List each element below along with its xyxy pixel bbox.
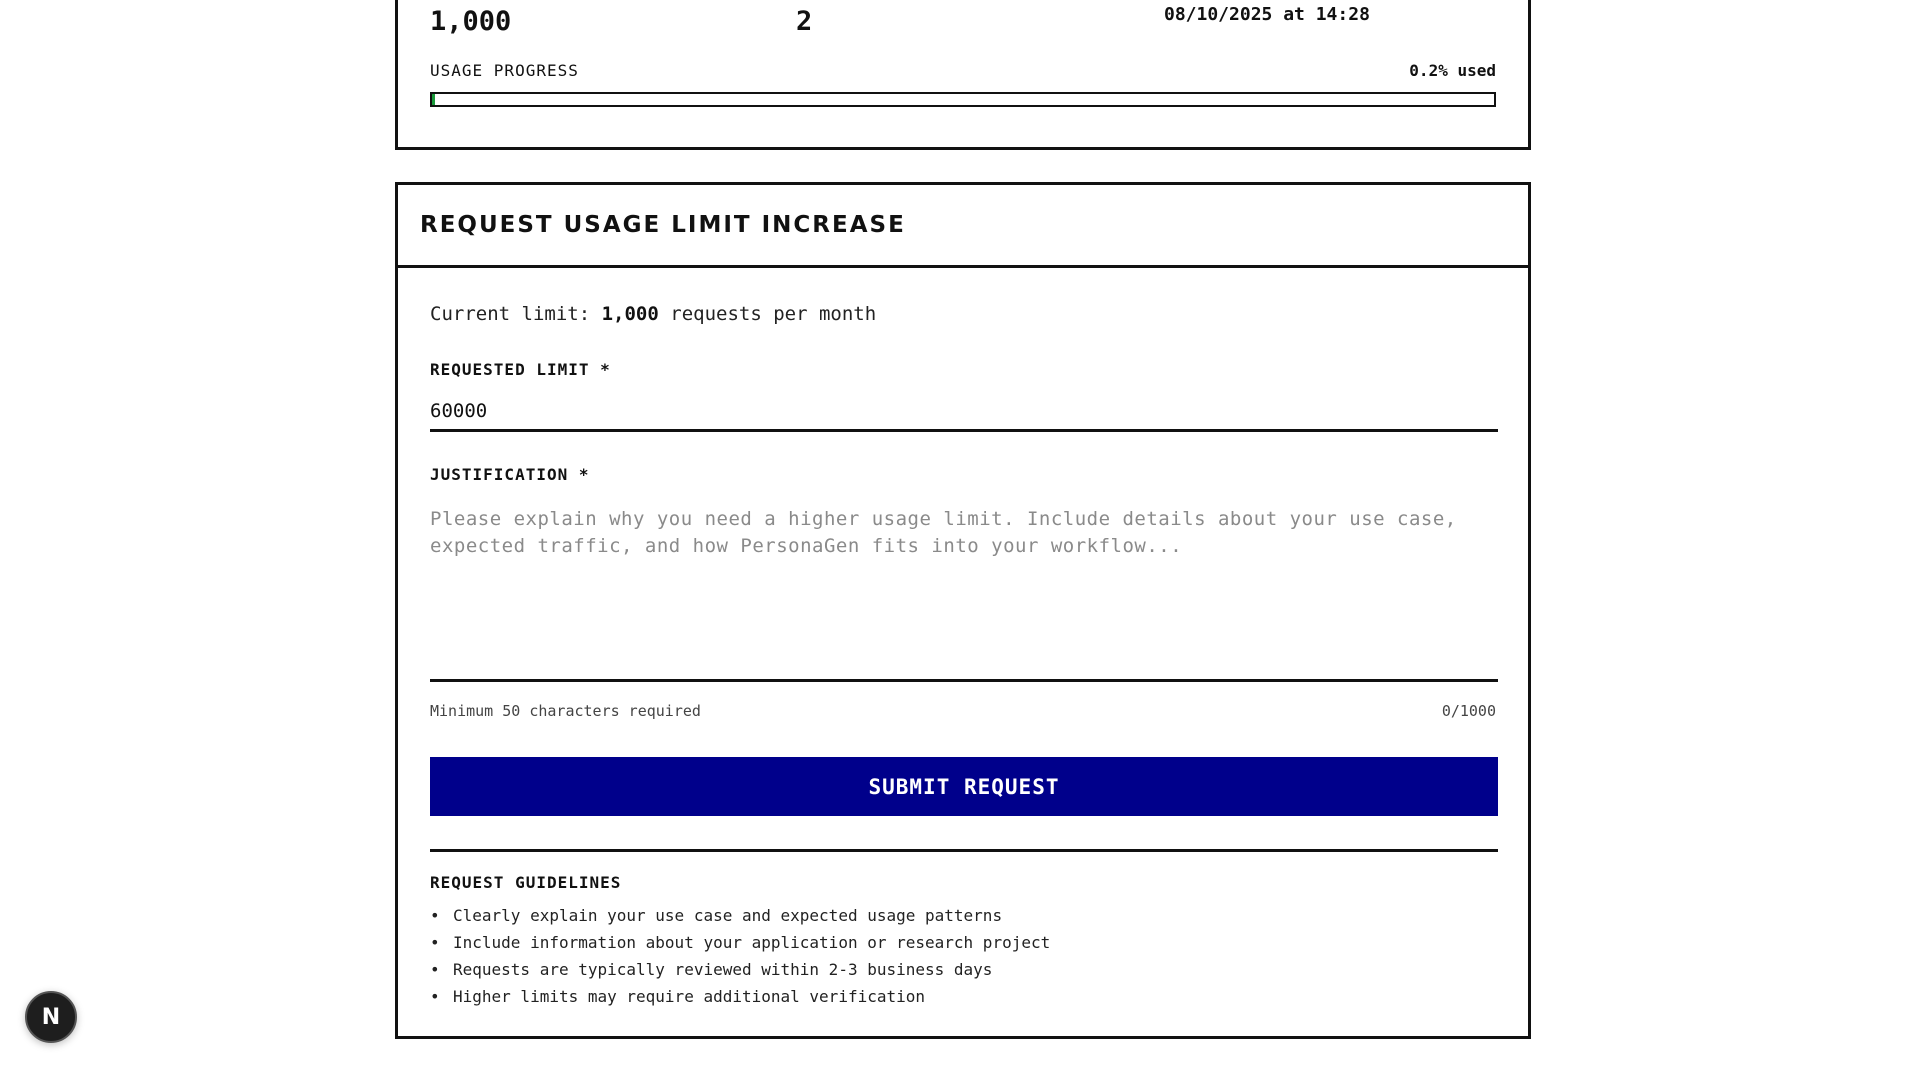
card-header: REQUEST USAGE LIMIT INCREASE: [398, 185, 1528, 268]
requested-limit-input[interactable]: [430, 392, 1498, 432]
min-characters-hint: Minimum 50 characters required: [430, 702, 701, 720]
guideline-text: Higher limits may require additional ver…: [453, 987, 926, 1006]
usage-progress-fill: [432, 94, 435, 105]
guidelines-list: • Clearly explain your use case and expec…: [430, 902, 1050, 1010]
bullet-icon: •: [430, 933, 440, 952]
monthly-limit-value: 1,000: [430, 6, 512, 37]
guideline-text: Clearly explain your use case and expect…: [453, 906, 1003, 925]
request-limit-card: REQUEST USAGE LIMIT INCREASE Current lim…: [395, 182, 1531, 1039]
submit-request-button[interactable]: SUBMIT REQUEST: [430, 757, 1498, 816]
usage-progress-percent: 0.2% used: [1409, 61, 1496, 80]
card-title: REQUEST USAGE LIMIT INCREASE: [420, 212, 906, 238]
current-limit-value: 1,000: [601, 303, 659, 325]
guideline-item: • Requests are typically reviewed within …: [430, 956, 1050, 983]
guideline-item: • Include information about your applicat…: [430, 929, 1050, 956]
bullet-icon: •: [430, 960, 440, 979]
badge-letter: N: [41, 1004, 61, 1030]
last-used-value: 08/10/2025 at 14:28: [1164, 4, 1370, 25]
usage-stats-card: 1,000 2 08/10/2025 at 14:28 USAGE PROGRE…: [395, 0, 1531, 150]
bullet-icon: •: [430, 987, 440, 1006]
current-limit-suffix: requests per month: [670, 303, 877, 325]
guidelines-divider: [430, 849, 1498, 852]
bullet-icon: •: [430, 906, 440, 925]
character-counter: 0/1000: [1441, 702, 1496, 720]
justification-label: JUSTIFICATION *: [430, 465, 590, 484]
guidelines-title: REQUEST GUIDELINES: [430, 873, 622, 892]
current-limit-prefix: Current limit:: [430, 303, 591, 325]
requested-limit-label: REQUESTED LIMIT *: [430, 360, 611, 379]
current-limit-text: Current limit: 1,000 requests per month: [430, 303, 876, 325]
nextjs-logo-icon[interactable]: N: [25, 991, 77, 1043]
guideline-item: • Higher limits may require additional ve…: [430, 983, 1050, 1010]
guideline-text: Requests are typically reviewed within 2…: [453, 960, 993, 979]
active-keys-value: 2: [796, 6, 813, 37]
justification-textarea[interactable]: [430, 506, 1498, 682]
guideline-text: Include information about your applicati…: [453, 933, 1051, 952]
usage-progress-label: USAGE PROGRESS: [430, 61, 579, 80]
guideline-item: • Clearly explain your use case and expec…: [430, 902, 1050, 929]
usage-progress-bar: [430, 92, 1496, 107]
